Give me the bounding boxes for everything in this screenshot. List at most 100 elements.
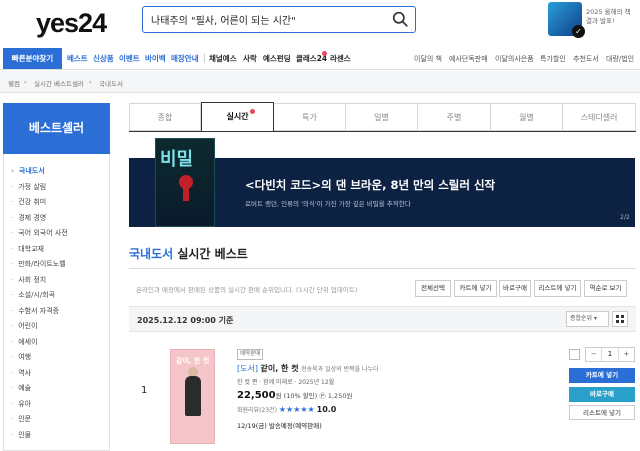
bullet-icon: · (11, 198, 14, 206)
product-author[interactable]: 한 컷 편 · 함께 미래로 · 2025년 12월 (237, 377, 334, 386)
sidebar-item-label: 가정 살림 (18, 182, 47, 191)
breadcrumb-realtime[interactable]: 실시간 베스트셀러 (34, 78, 84, 88)
tab-realtime[interactable]: 실시간 (201, 102, 274, 132)
award-banner-text[interactable]: 2025 올해의 책 결과 발표! (586, 8, 631, 26)
breadcrumb-domestic[interactable]: 국내도서 (99, 78, 123, 88)
bullet-icon: · (11, 182, 14, 191)
award-banner-image[interactable]: ✓ (548, 2, 585, 38)
sidebar-item[interactable]: · 만화/라이트노벨 (11, 259, 66, 269)
sidebar-item[interactable]: · 예술 (11, 383, 31, 393)
chevron-right-icon: › (89, 78, 92, 86)
sort-select[interactable]: 종합순위 ▾ (566, 311, 609, 327)
nav-channel-yes[interactable]: 채널예스 (209, 53, 237, 64)
sidebar-item[interactable]: · 수험서 자격증 (11, 306, 59, 316)
plus-icon[interactable]: + (619, 348, 634, 361)
nav-recommend[interactable]: 추천도서 (573, 54, 599, 64)
sidebar-item[interactable]: · 국어 외국어 사전 (11, 228, 68, 238)
nav-store[interactable]: 매장안내 (171, 53, 199, 64)
sidebar-item[interactable]: · 경제 경영 (11, 213, 46, 223)
breadcrumb-home[interactable]: 웰컴 (8, 78, 20, 88)
tab-steady[interactable]: 스테디셀러 (563, 103, 636, 131)
bullet-icon: · (11, 275, 14, 284)
tab-daily[interactable]: 일별 (346, 103, 418, 131)
shipping-info: 12/19(금) 발송예정(예약판매) (237, 422, 322, 430)
sidebar-item[interactable]: · 소설/시/희곡 (11, 290, 55, 300)
preorder-badge: 예약판매 (237, 349, 264, 360)
sidebar-item[interactable]: · 가정 살림 (11, 182, 46, 192)
add-all-list-button[interactable]: 리스트에 넣기 (534, 280, 581, 297)
nav-sale[interactable]: 특가할인 (540, 54, 566, 64)
bullet-icon: · (11, 384, 14, 392)
ranking-timestamp: 2025.12.12 09:00 기준 (137, 316, 234, 325)
grid-view-icon[interactable] (612, 311, 628, 327)
nav-corporate[interactable]: 대량/법인 (606, 54, 634, 64)
divider (129, 268, 636, 269)
minus-icon[interactable]: − (586, 348, 601, 361)
sidebar-item-label: 여행 (18, 353, 32, 361)
search-input[interactable] (151, 7, 387, 31)
sidebar-item-label: 인문 (18, 415, 32, 423)
bullet-icon: · (11, 306, 14, 315)
nav-sarak[interactable]: 사락 (243, 53, 257, 64)
nav-monthly-book[interactable]: 이달의 책 (414, 54, 442, 64)
sidebar-item[interactable]: · 건강 취미 (11, 197, 46, 207)
sidebar-item[interactable]: · 인문 (11, 414, 31, 424)
sidebar-item[interactable]: · 역사 (11, 368, 31, 378)
quantity-value[interactable]: 1 (601, 348, 619, 361)
nav-event[interactable]: 이벤트 (119, 53, 140, 64)
quantity-stepper[interactable]: −1 + (585, 347, 635, 362)
search-icon[interactable] (392, 11, 409, 28)
product-cover-image[interactable]: 같이, 한 컷 (170, 349, 215, 444)
sidebar-item-label: 예술 (18, 384, 32, 392)
sidebar-item-label: 국내도서 (18, 167, 45, 175)
tab-weekly[interactable]: 주별 (418, 103, 491, 131)
nav-bestseller[interactable]: 베스트 (67, 53, 88, 64)
product-rating[interactable]: 회원리뷰(23건) ★★★★★ 10.0 (237, 405, 336, 414)
add-to-list-button[interactable]: 리스트에 넣기 (569, 405, 635, 420)
check-icon: ✓ (572, 25, 585, 38)
new-badge-icon (322, 51, 327, 56)
add-all-cart-button[interactable]: 카트에 넣기 (454, 280, 497, 297)
buy-now-all-button[interactable]: 바로구매 (499, 280, 531, 297)
sidebar-item-label: 유아 (18, 399, 32, 408)
promo-pager[interactable]: 2/2 (620, 214, 630, 221)
search-box[interactable] (142, 6, 416, 33)
breadcrumb (0, 71, 640, 93)
product-title[interactable]: [도서] 같이, 한 컷 현송욱과 일상의 반짝을 나누다 (237, 363, 379, 374)
add-to-cart-button[interactable]: 카트에 넣기 (569, 368, 635, 383)
nav-new[interactable]: 신상품 (93, 53, 114, 64)
nav-buyback[interactable]: 바이백 (145, 53, 166, 64)
bullet-icon: · (11, 213, 14, 222)
nav-gifts[interactable]: 이달의사은품 (495, 54, 534, 64)
sidebar-item[interactable]: · 대학교재 (11, 244, 44, 254)
sidebar-item-label: 역사 (18, 368, 32, 377)
sidebar-item-label: 경제 경영 (18, 213, 47, 222)
bullet-icon: · (11, 322, 14, 330)
star-rating-icon: ★★★★★ (278, 405, 315, 414)
sidebar-item[interactable]: · 어린이 (11, 321, 38, 331)
chevron-down-icon: ▾ (594, 315, 598, 322)
product-checkbox[interactable] (569, 349, 580, 360)
sidebar-item[interactable]: · 인물 (11, 430, 31, 440)
tab-overall[interactable]: 종합 (129, 103, 201, 131)
nav-funding[interactable]: 예스펀딩 (263, 53, 291, 64)
sidebar-item[interactable]: · 유아 (11, 399, 31, 409)
tab-special[interactable]: 특가 (274, 103, 346, 131)
keyhole-icon (183, 185, 189, 201)
yes24-logo[interactable]: yes24 (36, 8, 107, 39)
promo-headline[interactable]: <다빈치 코드>의 댄 브라운, 8년 만의 스릴러 신작 (245, 177, 495, 193)
sidebar-item-label: 어린이 (18, 322, 38, 330)
promo-book-cover[interactable]: 비밀 (155, 138, 215, 227)
quick-category-button[interactable]: 빠른분야찾기 (3, 48, 62, 69)
select-all-button[interactable]: 전체선택 (415, 280, 451, 297)
reverse-order-button[interactable]: 역순로 보기 (584, 280, 627, 297)
sidebar-item[interactable]: › 국내도서 (11, 166, 45, 176)
sidebar-item[interactable]: · 사회 정치 (11, 275, 46, 285)
nav-exclusive[interactable]: 예사단독판매 (449, 54, 488, 64)
bullet-icon: · (11, 337, 14, 346)
buy-now-button[interactable]: 바로구매 (569, 387, 635, 402)
nav-license[interactable]: 라센스 (330, 53, 351, 64)
sidebar-item[interactable]: · 여행 (11, 352, 31, 362)
tab-monthly[interactable]: 월별 (491, 103, 563, 131)
sidebar-item[interactable]: · 에세이 (11, 337, 38, 347)
